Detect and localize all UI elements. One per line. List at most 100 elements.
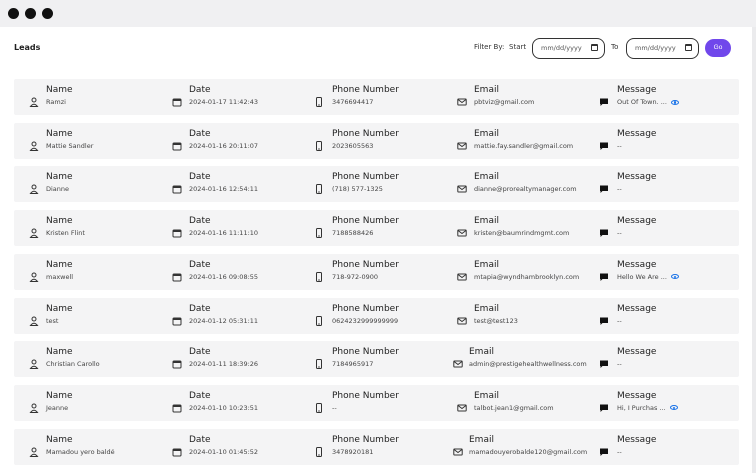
message-label: Message (617, 259, 657, 270)
message-value: -- (617, 447, 656, 457)
email-value: mattie.fay.sandler@gmail.com (474, 141, 573, 151)
name-value: Christian Carollo (46, 359, 100, 369)
date-text: 2024-01-16 20:11:07 (189, 141, 259, 150)
name-label: Name (46, 434, 73, 445)
phone-text: 2023605563 (332, 141, 374, 150)
phone-text: -- (332, 403, 337, 412)
phone-field: Phone Number -- (332, 391, 399, 413)
calendar-icon (172, 223, 182, 238)
email-field: Email mamadouyerobalde120@gmail.com (469, 435, 587, 457)
view-message-icon[interactable] (670, 99, 679, 105)
lead-row[interactable]: Name Ramzi Date 2024-01-17 11:42:43 Phone Nu… (14, 79, 739, 115)
phone-text: 7184965917 (332, 360, 374, 369)
phone-label: Phone Number (332, 347, 399, 358)
lead-row[interactable]: Name test Date 2024-01-12 05:31:11 Phone Num… (14, 297, 739, 334)
date-value: 2024-01-16 11:11:10 (189, 228, 258, 238)
phone-field: Phone Number 0624232999999999 (332, 304, 399, 326)
date-field: Date 2024-01-17 11:42:43 (189, 85, 258, 107)
date-label: Date (189, 390, 211, 401)
calendar-icon (172, 354, 182, 369)
email-text: admin@prestigehealthwellness.com (469, 360, 587, 369)
name-field: Name Jeanne (46, 391, 73, 413)
end-date-input[interactable]: mm/dd/yyyy (626, 38, 699, 59)
phone-label: Phone Number (332, 85, 399, 95)
message-field: Message -- (617, 304, 656, 326)
end-date-placeholder: mm/dd/yyyy (635, 44, 676, 52)
name-text: test (46, 316, 59, 325)
lead-row[interactable]: Name Jeanne Date 2024-01-10 10:23:51 Phone N… (14, 384, 739, 421)
name-label: Name (46, 85, 73, 95)
view-message-icon[interactable] (669, 405, 678, 411)
person-icon (29, 442, 39, 457)
email-value: mamadouyerobalde120@gmail.com (469, 447, 587, 457)
person-icon (29, 311, 39, 326)
date-value: 2024-01-10 10:23:51 (189, 403, 258, 413)
message-value: Out Of Town. ... (617, 97, 679, 107)
name-label: Name (46, 172, 73, 183)
lead-row[interactable]: Name Mamadou yero baldé Date 2024-01-10 01:… (14, 428, 739, 465)
email-text: kristen@baumrindmgmt.com (474, 229, 570, 238)
date-value: 2024-01-10 01:45:52 (189, 447, 258, 457)
start-date-placeholder: mm/dd/yyyy (541, 44, 582, 52)
email-field: Email test@test123 (474, 304, 518, 326)
message-text: -- (617, 141, 622, 150)
name-field: Name Kristen Flint (46, 216, 85, 238)
date-value: 2024-01-12 05:31:11 (189, 316, 258, 326)
view-message-icon[interactable] (670, 274, 679, 280)
email-icon (457, 92, 467, 106)
calendar-icon (172, 92, 182, 107)
phone-value: 7188588426 (332, 228, 399, 238)
lead-row[interactable]: Name maxwell Date 2024-01-16 09:08:55 Phone … (14, 253, 739, 290)
window-minimize-button[interactable] (25, 8, 36, 19)
name-text: Christian Carollo (46, 360, 100, 369)
message-field: Message Hello We Are ... (617, 260, 679, 282)
phone-value: -- (332, 403, 399, 413)
name-label: Name (46, 390, 73, 401)
message-field: Message -- (617, 216, 656, 238)
name-field: Name Mamadou yero baldé (46, 435, 115, 457)
window-close-button[interactable] (8, 8, 19, 19)
phone-text: 3478920181 (332, 447, 374, 456)
message-icon (599, 354, 609, 369)
message-icon (599, 136, 609, 150)
lead-row[interactable]: Name Christian Carollo Date 2024-01-11 18:3… (14, 341, 739, 378)
message-value: -- (617, 316, 656, 326)
filter-label: Filter By: (474, 43, 505, 51)
message-label: Message (617, 434, 657, 445)
phone-label: Phone Number (332, 303, 399, 314)
message-field: Message -- (617, 172, 656, 194)
calendar-icon[interactable] (591, 44, 598, 51)
message-text: -- (617, 229, 622, 238)
message-icon (599, 442, 609, 456)
lead-row[interactable]: Name Mattie Sandler Date 2024-01-16 20:11:0… (14, 122, 739, 159)
start-date-input[interactable]: mm/dd/yyyy (532, 38, 605, 59)
message-label: Message (617, 85, 657, 95)
person-icon (29, 398, 39, 413)
name-field: Name Dianne (46, 172, 73, 194)
window-titlebar (0, 0, 756, 27)
name-label: Name (46, 216, 73, 227)
window-maximize-button[interactable] (42, 8, 53, 19)
lead-row[interactable]: Name Dianne Date 2024-01-16 12:54:11 Phone N… (14, 166, 739, 203)
phone-field: Phone Number 7184965917 (332, 347, 399, 369)
email-value: test@test123 (474, 316, 518, 326)
name-value: maxwell (46, 272, 73, 282)
phone-label: Phone Number (332, 216, 399, 227)
email-field: Email admin@prestigehealthwellness.com (469, 347, 587, 369)
calendar-icon[interactable] (685, 44, 692, 51)
phone-text: 718-972-0900 (332, 272, 379, 281)
message-icon (599, 267, 609, 281)
email-label: Email (469, 347, 494, 358)
email-label: Email (474, 303, 499, 314)
name-text: Jeanne (46, 403, 69, 412)
message-label: Message (617, 128, 657, 139)
phone-value: 0624232999999999 (332, 316, 399, 326)
message-value: -- (617, 141, 656, 151)
phone-text: 0624232999999999 (332, 316, 399, 325)
go-button[interactable]: Go (705, 39, 731, 57)
lead-row[interactable]: Name Kristen Flint Date 2024-01-16 11:11:10… (14, 210, 739, 247)
message-text: Hi, I Purchas ... (617, 403, 666, 412)
email-icon (457, 223, 467, 237)
message-icon (599, 92, 609, 106)
name-text: Ramzi (46, 98, 66, 106)
